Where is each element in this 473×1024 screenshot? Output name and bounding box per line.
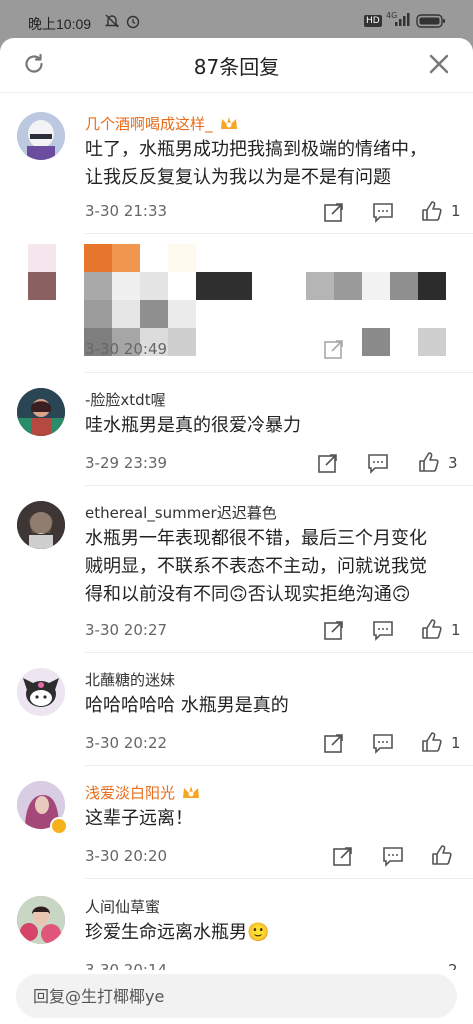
reply-input-container xyxy=(16,974,457,1018)
comment-time: 3-29 23:39 xyxy=(85,454,168,472)
comment-text: 吐了，水瓶男成功把我搞到极端的情绪中， 让我反反复复认为我以为是不是有问题 xyxy=(85,139,427,188)
divider xyxy=(85,485,473,486)
battery-icon xyxy=(416,14,446,32)
sheet-header: 87条回复 xyxy=(0,38,473,93)
hd-badge: HD xyxy=(364,15,382,27)
repost-icon[interactable] xyxy=(332,845,354,867)
comment-icon[interactable] xyxy=(367,452,389,474)
divider xyxy=(85,652,473,653)
kuromi-avatar-icon xyxy=(17,668,65,716)
repost-icon[interactable] xyxy=(323,201,345,223)
username[interactable]: 人间仙草蜜 xyxy=(85,896,160,917)
status-bar: 晚上10:09 HD 4G xyxy=(0,0,473,40)
reply-input[interactable] xyxy=(16,974,457,1018)
close-icon xyxy=(429,54,449,74)
verified-badge-icon xyxy=(50,817,68,835)
comment-icon[interactable] xyxy=(372,732,394,754)
alarm-icon xyxy=(125,13,141,33)
comment-text: 珍爱生命远离水瓶男🙂 xyxy=(85,922,270,943)
divider xyxy=(85,372,473,373)
repost-icon[interactable] xyxy=(323,619,345,641)
avatar[interactable] xyxy=(17,896,65,944)
user-photo-icon xyxy=(17,388,65,436)
like-icon[interactable] xyxy=(421,618,443,640)
divider xyxy=(85,878,473,879)
comment-time: 3-30 20:49 xyxy=(85,340,168,358)
masked-rider-avatar-icon xyxy=(17,112,65,160)
repost-icon[interactable] xyxy=(323,338,345,360)
status-time: 晚上10:09 xyxy=(28,16,92,32)
like-count: 1 xyxy=(451,202,461,220)
sheet-title: 87条回复 xyxy=(193,55,280,79)
avatar[interactable] xyxy=(17,112,65,160)
avatar[interactable] xyxy=(17,668,65,716)
signal-icon xyxy=(394,13,410,31)
like-icon[interactable] xyxy=(421,200,443,222)
repost-icon[interactable] xyxy=(317,452,339,474)
username[interactable]: 几个酒啊喝成这样_ xyxy=(85,113,239,134)
user-photo-icon xyxy=(17,501,65,549)
comment-text: 哇水瓶男是真的很爱冷暴力 xyxy=(85,415,301,436)
divider xyxy=(85,233,473,234)
mute-icon xyxy=(104,13,120,33)
like-count: 1 xyxy=(451,621,461,639)
divider xyxy=(85,765,473,766)
vip-crown-icon xyxy=(220,117,237,129)
avatar[interactable] xyxy=(17,388,65,436)
like-count: 2 xyxy=(448,961,458,970)
avatar[interactable] xyxy=(17,501,65,549)
comment-text: 哈哈哈哈哈 水瓶男是真的 xyxy=(85,695,289,716)
like-icon[interactable] xyxy=(431,844,453,866)
comment-icon[interactable] xyxy=(372,201,394,223)
comment-time: 3-30 20:20 xyxy=(85,847,168,865)
like-count: 1 xyxy=(451,734,461,752)
comment-time: 3-30 20:14 xyxy=(85,961,168,970)
comment-text: 这辈子远离！ xyxy=(85,808,193,829)
like-count: 3 xyxy=(448,454,458,472)
comment-time: 3-30 21:33 xyxy=(85,202,168,220)
comment-icon[interactable] xyxy=(382,845,404,867)
username[interactable]: 北蘸糖的迷妹 xyxy=(85,669,175,690)
comment-time: 3-30 20:27 xyxy=(85,621,168,639)
username[interactable]: -脸脸xtdt喔 xyxy=(85,389,166,410)
replies-sheet: 87条回复 几个酒啊喝成这样_ 吐了，水瓶男成功把我搞到极端的情绪中， 让我反反… xyxy=(0,38,473,1024)
vip-crown-icon xyxy=(183,786,200,798)
repost-icon[interactable] xyxy=(323,732,345,754)
like-row: 2 xyxy=(420,960,460,970)
close-button[interactable] xyxy=(427,52,453,78)
username[interactable]: 浅爱淡白阳光 xyxy=(85,782,201,803)
username[interactable]: ethereal_summer迟迟暮色 xyxy=(85,502,277,523)
like-icon[interactable] xyxy=(418,451,440,473)
comment-text: 水瓶男一年表现都很不错，最后三个月变化 贼明显，不联系不表态不主动，问就说我觉 … xyxy=(85,528,427,605)
user-photo-icon xyxy=(17,896,65,944)
comment-time: 3-30 20:22 xyxy=(85,734,168,752)
comment-icon[interactable] xyxy=(372,619,394,641)
like-icon[interactable] xyxy=(421,731,443,753)
